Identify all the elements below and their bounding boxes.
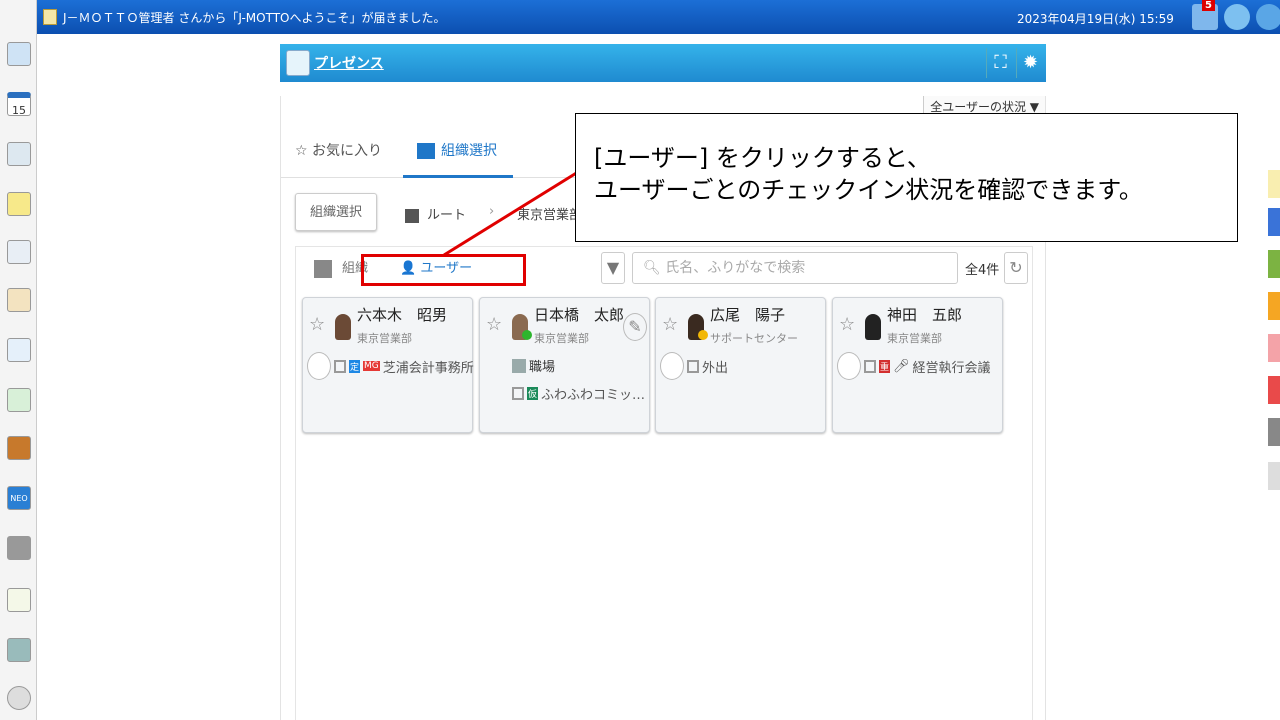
callout-box: [ユーザー] をクリックすると、ユーザーごとのチェックイン状況を確認できます。: [575, 113, 1238, 242]
highlight-box: [361, 254, 526, 286]
callout-line-1: [ユーザー] をクリックすると、: [594, 144, 931, 172]
callout-line-2: ユーザーごとのチェックイン状況を確認できます。: [594, 176, 1143, 204]
callout-pointer-line: [443, 170, 579, 257]
